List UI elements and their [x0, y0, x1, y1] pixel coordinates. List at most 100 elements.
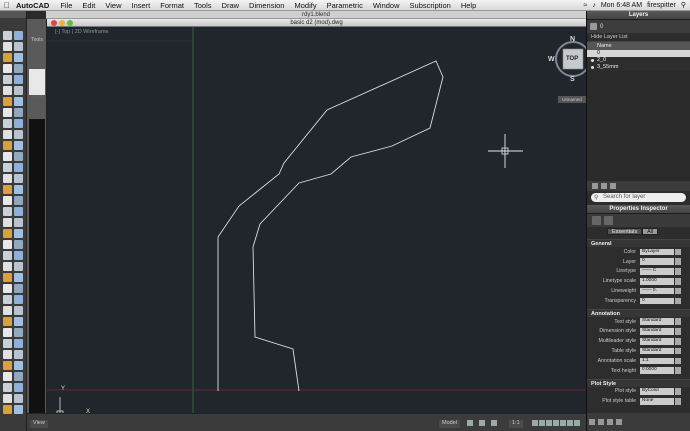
section-annotation[interactable]: Annotation	[587, 308, 690, 317]
tool-icon[interactable]	[14, 284, 23, 293]
tool-icon[interactable]	[3, 240, 12, 249]
new-layer-icon[interactable]	[590, 23, 597, 30]
tool-icon[interactable]	[14, 229, 23, 238]
tool-icon[interactable]	[3, 163, 12, 172]
tool-icon[interactable]	[14, 273, 23, 282]
menu-draw[interactable]: Draw	[217, 1, 245, 10]
layer-row[interactable]: 2_0	[587, 57, 690, 64]
tool-icon[interactable]	[14, 295, 23, 304]
status-bar-icon[interactable]	[491, 420, 497, 426]
status-bar-icon[interactable]	[539, 420, 545, 426]
menu-help[interactable]: Help	[456, 1, 481, 10]
view-label[interactable]: [-] Top | 2D Wireframe	[55, 29, 109, 35]
tool-icon[interactable]	[14, 317, 23, 326]
layer-search-input[interactable]: ⚲ Search for layer	[591, 193, 686, 202]
app-menu[interactable]: AutoCAD	[14, 1, 55, 10]
property-value[interactable]: Standard	[640, 347, 674, 355]
property-value[interactable]: ByLayer	[640, 248, 674, 256]
tool-icon[interactable]	[3, 229, 12, 238]
tool-icon[interactable]	[14, 405, 23, 414]
tool-icon[interactable]	[3, 306, 12, 315]
tool-icon[interactable]	[3, 53, 12, 62]
status-bar-icon[interactable]	[553, 420, 559, 426]
tool-icon[interactable]	[14, 141, 23, 150]
drawing-canvas[interactable]	[47, 27, 586, 431]
tool-icon[interactable]	[3, 339, 12, 348]
tool-icon[interactable]	[3, 86, 12, 95]
chevron-down-icon[interactable]	[675, 258, 681, 265]
chevron-down-icon[interactable]	[675, 398, 681, 405]
property-value[interactable]: Standard	[640, 328, 674, 335]
tool-icon[interactable]	[14, 108, 23, 117]
status-icon[interactable]	[589, 419, 595, 425]
tool-icon[interactable]	[14, 207, 23, 216]
tool-icon[interactable]	[14, 75, 23, 84]
layer-on-icon[interactable]	[591, 66, 594, 69]
menu-tools[interactable]: Tools	[189, 1, 217, 10]
tool-icon[interactable]	[3, 196, 12, 205]
tool-icon[interactable]	[3, 97, 12, 106]
tool-icon[interactable]	[3, 328, 12, 337]
add-layer-icon[interactable]	[592, 183, 598, 189]
compass-n[interactable]: N	[570, 36, 575, 43]
chevron-down-icon[interactable]	[675, 357, 681, 365]
property-value[interactable]: ByColor	[640, 388, 674, 395]
status-bar-icon[interactable]	[479, 420, 485, 426]
tool-icon[interactable]	[14, 372, 23, 381]
tool-icon[interactable]	[14, 130, 23, 139]
tool-icon[interactable]	[3, 75, 12, 84]
property-value[interactable]: —— 0.	[640, 287, 674, 295]
property-value[interactable]: 0	[640, 258, 674, 265]
property-value[interactable]: None	[640, 398, 674, 405]
close-icon[interactable]	[51, 20, 57, 26]
layer-on-icon[interactable]	[591, 59, 594, 62]
tool-icon[interactable]	[14, 361, 23, 370]
tool-icon[interactable]	[14, 163, 23, 172]
status-icon[interactable]	[607, 419, 613, 425]
chevron-down-icon[interactable]	[675, 318, 681, 325]
status-bar-icon[interactable]	[567, 420, 573, 426]
tool-icon[interactable]	[14, 119, 23, 128]
menu-edit[interactable]: Edit	[77, 1, 100, 10]
current-layer[interactable]: 0	[600, 24, 603, 30]
layer-row[interactable]: 0	[587, 50, 690, 57]
tool-icon[interactable]	[3, 64, 12, 73]
section-plot-style[interactable]: Plot Style	[587, 378, 690, 387]
menu-file[interactable]: File	[55, 1, 77, 10]
tool-icon[interactable]	[14, 383, 23, 392]
tool-icon[interactable]	[3, 108, 12, 117]
property-value[interactable]: 0.0000	[640, 367, 674, 374]
layer-column-name[interactable]: Name	[587, 42, 690, 50]
tool-icon[interactable]	[3, 185, 12, 194]
tool-icon[interactable]	[3, 130, 12, 139]
apple-icon[interactable]: 	[0, 1, 14, 10]
tool-icon[interactable]	[3, 405, 12, 414]
tool-icon[interactable]	[14, 174, 23, 183]
tool-icon[interactable]	[14, 240, 23, 249]
chevron-down-icon[interactable]	[675, 297, 681, 305]
search-icon[interactable]: ⚲	[681, 1, 686, 9]
tool-icon[interactable]	[14, 339, 23, 348]
menu-window[interactable]: Window	[368, 1, 405, 10]
unnamed-badge[interactable]: Unnamed	[558, 96, 586, 103]
tool-icon[interactable]	[14, 64, 23, 73]
tool-icon[interactable]	[14, 152, 23, 161]
tool-icon[interactable]	[14, 196, 23, 205]
tool-icon[interactable]	[14, 185, 23, 194]
chevron-down-icon[interactable]	[675, 347, 681, 355]
tool-icon[interactable]	[3, 152, 12, 161]
tool-icon[interactable]	[14, 42, 23, 51]
tab-essentials[interactable]: Essentials	[607, 228, 643, 235]
tool-icon[interactable]	[3, 262, 12, 271]
status-bar-icon[interactable]	[560, 420, 566, 426]
tool-icon[interactable]	[3, 394, 12, 403]
menu-insert[interactable]: Insert	[126, 1, 155, 10]
tool-icon[interactable]	[3, 218, 12, 227]
object-icon[interactable]	[592, 216, 601, 225]
tool-icon[interactable]	[14, 53, 23, 62]
property-value[interactable]: 1.0000	[640, 278, 674, 285]
tool-icon[interactable]	[14, 306, 23, 315]
menu-subscription[interactable]: Subscription	[405, 1, 456, 10]
tool-icon[interactable]	[3, 174, 12, 183]
tool-icon[interactable]	[3, 317, 12, 326]
